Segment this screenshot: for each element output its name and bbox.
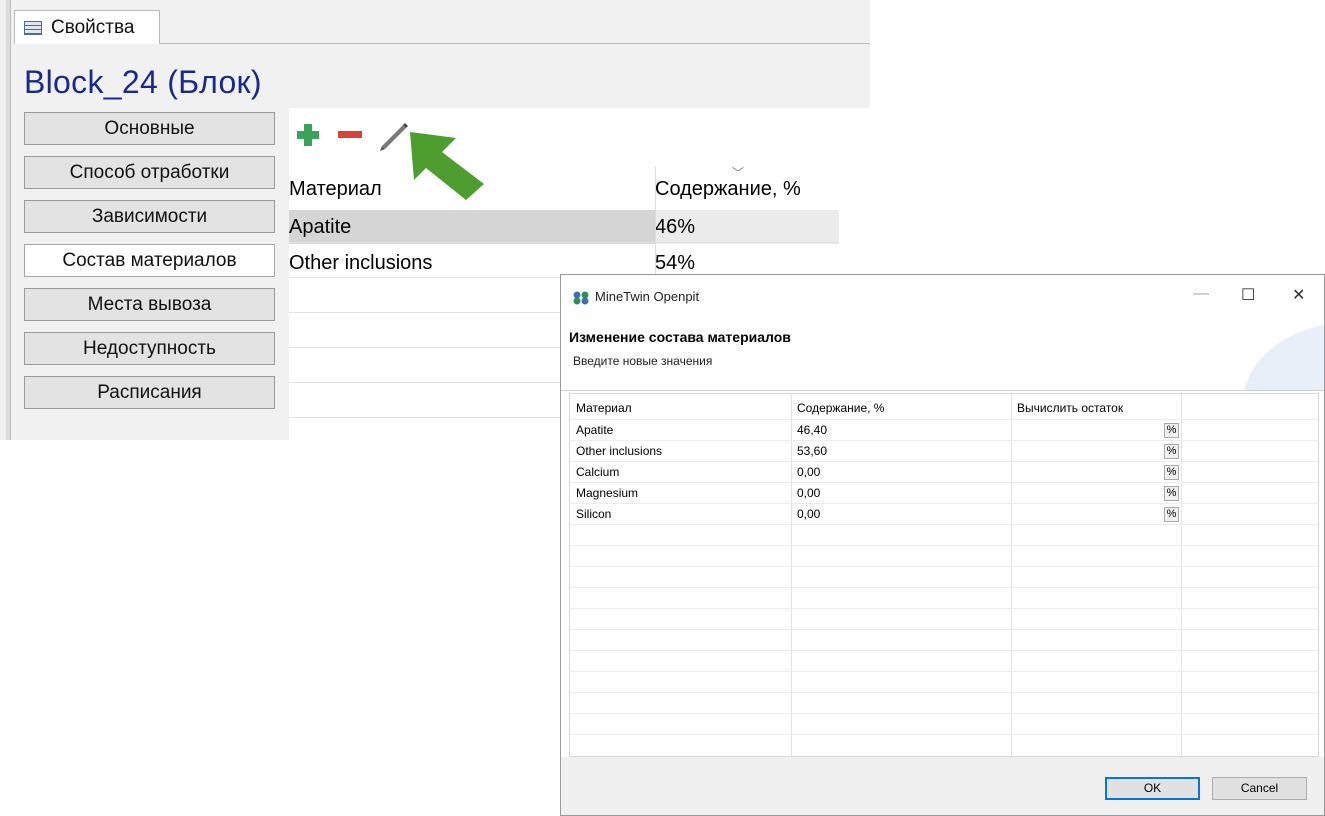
minus-icon[interactable]	[336, 120, 364, 148]
properties-tab[interactable]: Свойства	[14, 10, 160, 44]
calc-remainder-button[interactable]: %	[1164, 423, 1179, 438]
edit-materials-dialog: MineTwin Openpit — ☐ ✕ Изменение состава…	[560, 274, 1325, 816]
column-divider	[1181, 394, 1182, 756]
page-title: Block_24 (Блок)	[24, 64, 262, 100]
column-header-content[interactable]: Содержание, %	[797, 398, 884, 419]
column-divider	[1011, 394, 1012, 756]
grid-line	[570, 440, 1318, 441]
grid-line	[570, 524, 1318, 525]
grid-line	[570, 482, 1318, 483]
table-icon	[24, 20, 42, 35]
nav-material-composition[interactable]: Состав материалов	[24, 244, 275, 277]
cell-content-input[interactable]: 46,40	[797, 420, 827, 441]
dialog-app-title: MineTwin Openpit	[595, 289, 700, 304]
dialog-header-divider	[561, 390, 1324, 391]
grid-line	[570, 545, 1318, 546]
grid-line	[570, 503, 1318, 504]
grid-line	[289, 242, 839, 243]
nav-mining-method[interactable]: Способ отработки	[24, 156, 275, 189]
dialog-footer: OK Cancel	[561, 757, 1324, 815]
cell-content: 46%	[655, 210, 839, 244]
cell-material: Silicon	[576, 507, 612, 521]
cell-content-input[interactable]: 53,60	[797, 441, 827, 462]
dialog-heading: Изменение состава материалов	[569, 329, 791, 345]
nav-dependencies[interactable]: Зависимости	[24, 200, 275, 233]
cell-content-input[interactable]: 0,00	[797, 483, 820, 504]
close-button[interactable]: ✕	[1292, 285, 1305, 305]
cancel-button[interactable]: Cancel	[1212, 777, 1307, 800]
grid-line	[570, 419, 1318, 420]
nav-dump-locations[interactable]: Места вывоза	[24, 288, 275, 321]
pencil-icon[interactable]	[376, 120, 410, 152]
maximize-button[interactable]: ☐	[1241, 285, 1255, 305]
calc-remainder-button[interactable]: %	[1164, 486, 1179, 501]
cell-material: Calcium	[576, 465, 620, 479]
column-divider	[791, 394, 792, 756]
grid-line	[570, 671, 1318, 672]
nav-basic[interactable]: Основные	[24, 112, 275, 145]
grid-line	[570, 566, 1318, 567]
dialog-banner-decoration	[1244, 325, 1324, 390]
dialog-subheading: Введите новые значения	[573, 354, 713, 368]
grid-line	[570, 713, 1318, 714]
cell-content-input[interactable]: 0,00	[797, 504, 820, 525]
cell-content-input[interactable]: 0,00	[797, 462, 820, 483]
dialog-titlebar[interactable]: MineTwin Openpit — ☐ ✕	[561, 275, 1324, 319]
nav-schedules[interactable]: Расписания	[24, 376, 275, 409]
grid-line	[570, 587, 1318, 588]
panel-left-edge	[6, 0, 11, 440]
tab-divider	[160, 43, 870, 44]
minimize-button[interactable]: —	[1193, 285, 1209, 303]
grid-line	[570, 734, 1318, 735]
cell-material: Apatite	[576, 423, 614, 437]
ok-button[interactable]: OK	[1105, 777, 1200, 800]
calc-remainder-button[interactable]: %	[1164, 444, 1179, 459]
column-header-material[interactable]: Материал	[576, 398, 632, 419]
column-header-content[interactable]: Содержание, %	[655, 166, 839, 211]
grid-header: Материал Содержание, % ﹀	[289, 166, 839, 210]
calc-remainder-button[interactable]: %	[1164, 465, 1179, 480]
column-header-calc-remainder[interactable]: Вычислить остаток	[1017, 398, 1123, 419]
cell-material: Magnesium	[576, 486, 639, 500]
grid-line	[570, 608, 1318, 609]
grid-line	[570, 650, 1318, 651]
column-header-material[interactable]: Материал	[289, 166, 655, 211]
properties-tab-label: Свойства	[51, 16, 135, 38]
materials-edit-table: Материал Содержание, % Вычислить остаток…	[569, 393, 1319, 757]
table-row[interactable]: Apatite 46%	[289, 210, 839, 244]
column-divider	[655, 166, 656, 278]
grid-line	[570, 629, 1318, 630]
nav-unavailability[interactable]: Недоступность	[24, 332, 275, 365]
grid-line	[570, 461, 1318, 462]
plus-icon[interactable]	[295, 120, 321, 148]
sort-chevron-icon: ﹀	[732, 166, 745, 180]
grid-line	[570, 692, 1318, 693]
cell-material: Other inclusions	[576, 444, 663, 458]
cell-material: Apatite	[289, 216, 352, 238]
app-logo-icon	[573, 291, 589, 305]
calc-remainder-button[interactable]: %	[1164, 507, 1179, 522]
